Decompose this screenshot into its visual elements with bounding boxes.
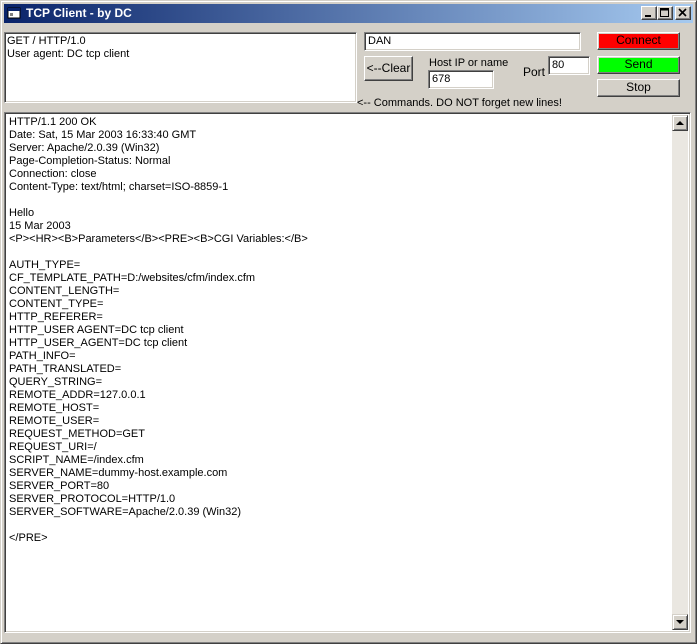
command-box: GET / HTTP/1.0 User agent: DC tcp client bbox=[4, 32, 357, 103]
send-button-label: Send bbox=[624, 57, 653, 71]
clear-button-label: <--Clear bbox=[366, 61, 411, 75]
scroll-up-button[interactable] bbox=[672, 115, 688, 131]
maximize-button[interactable] bbox=[657, 6, 673, 20]
maximize-icon bbox=[660, 8, 669, 17]
stop-button-label: Stop bbox=[626, 80, 651, 94]
response-output-box: HTTP/1.1 200 OK Date: Sat, 15 Mar 2003 1… bbox=[4, 112, 691, 633]
port-label: Port bbox=[523, 65, 546, 79]
scroll-down-button[interactable] bbox=[672, 614, 688, 630]
title-bar[interactable]: TCP Client - by DC bbox=[4, 4, 693, 23]
host-box bbox=[364, 32, 581, 51]
close-button[interactable] bbox=[675, 6, 691, 20]
window-app-icon[interactable] bbox=[7, 6, 22, 21]
command-input[interactable]: GET / HTTP/1.0 User agent: DC tcp client bbox=[7, 35, 353, 99]
response-output[interactable]: HTTP/1.1 200 OK Date: Sat, 15 Mar 2003 1… bbox=[9, 116, 665, 630]
clear-button[interactable]: <--Clear bbox=[364, 56, 413, 81]
arrow-down-icon bbox=[676, 620, 684, 624]
connect-button[interactable]: Connect bbox=[597, 32, 680, 50]
port-input[interactable] bbox=[552, 58, 586, 73]
stop-button[interactable]: Stop bbox=[597, 79, 680, 97]
app-window: TCP Client - by DC GET / HTTP/1.0 User a… bbox=[0, 0, 697, 644]
arrow-up-icon bbox=[676, 121, 684, 125]
connect-button-label: Connect bbox=[616, 33, 661, 47]
commands-hint: <-- Commands. DO NOT forget new lines! bbox=[357, 97, 562, 109]
port-box bbox=[548, 56, 590, 75]
window-title: TCP Client - by DC bbox=[26, 6, 132, 20]
send-button[interactable]: Send bbox=[597, 56, 680, 74]
host-input[interactable] bbox=[368, 34, 577, 49]
minimize-icon bbox=[645, 15, 651, 17]
minimize-button[interactable] bbox=[641, 6, 657, 20]
host-ip-label: Host IP or name bbox=[429, 57, 509, 69]
close-icon bbox=[678, 8, 687, 17]
vertical-scrollbar[interactable] bbox=[672, 115, 688, 630]
ip-input[interactable] bbox=[432, 72, 490, 87]
ip-box bbox=[428, 70, 494, 89]
